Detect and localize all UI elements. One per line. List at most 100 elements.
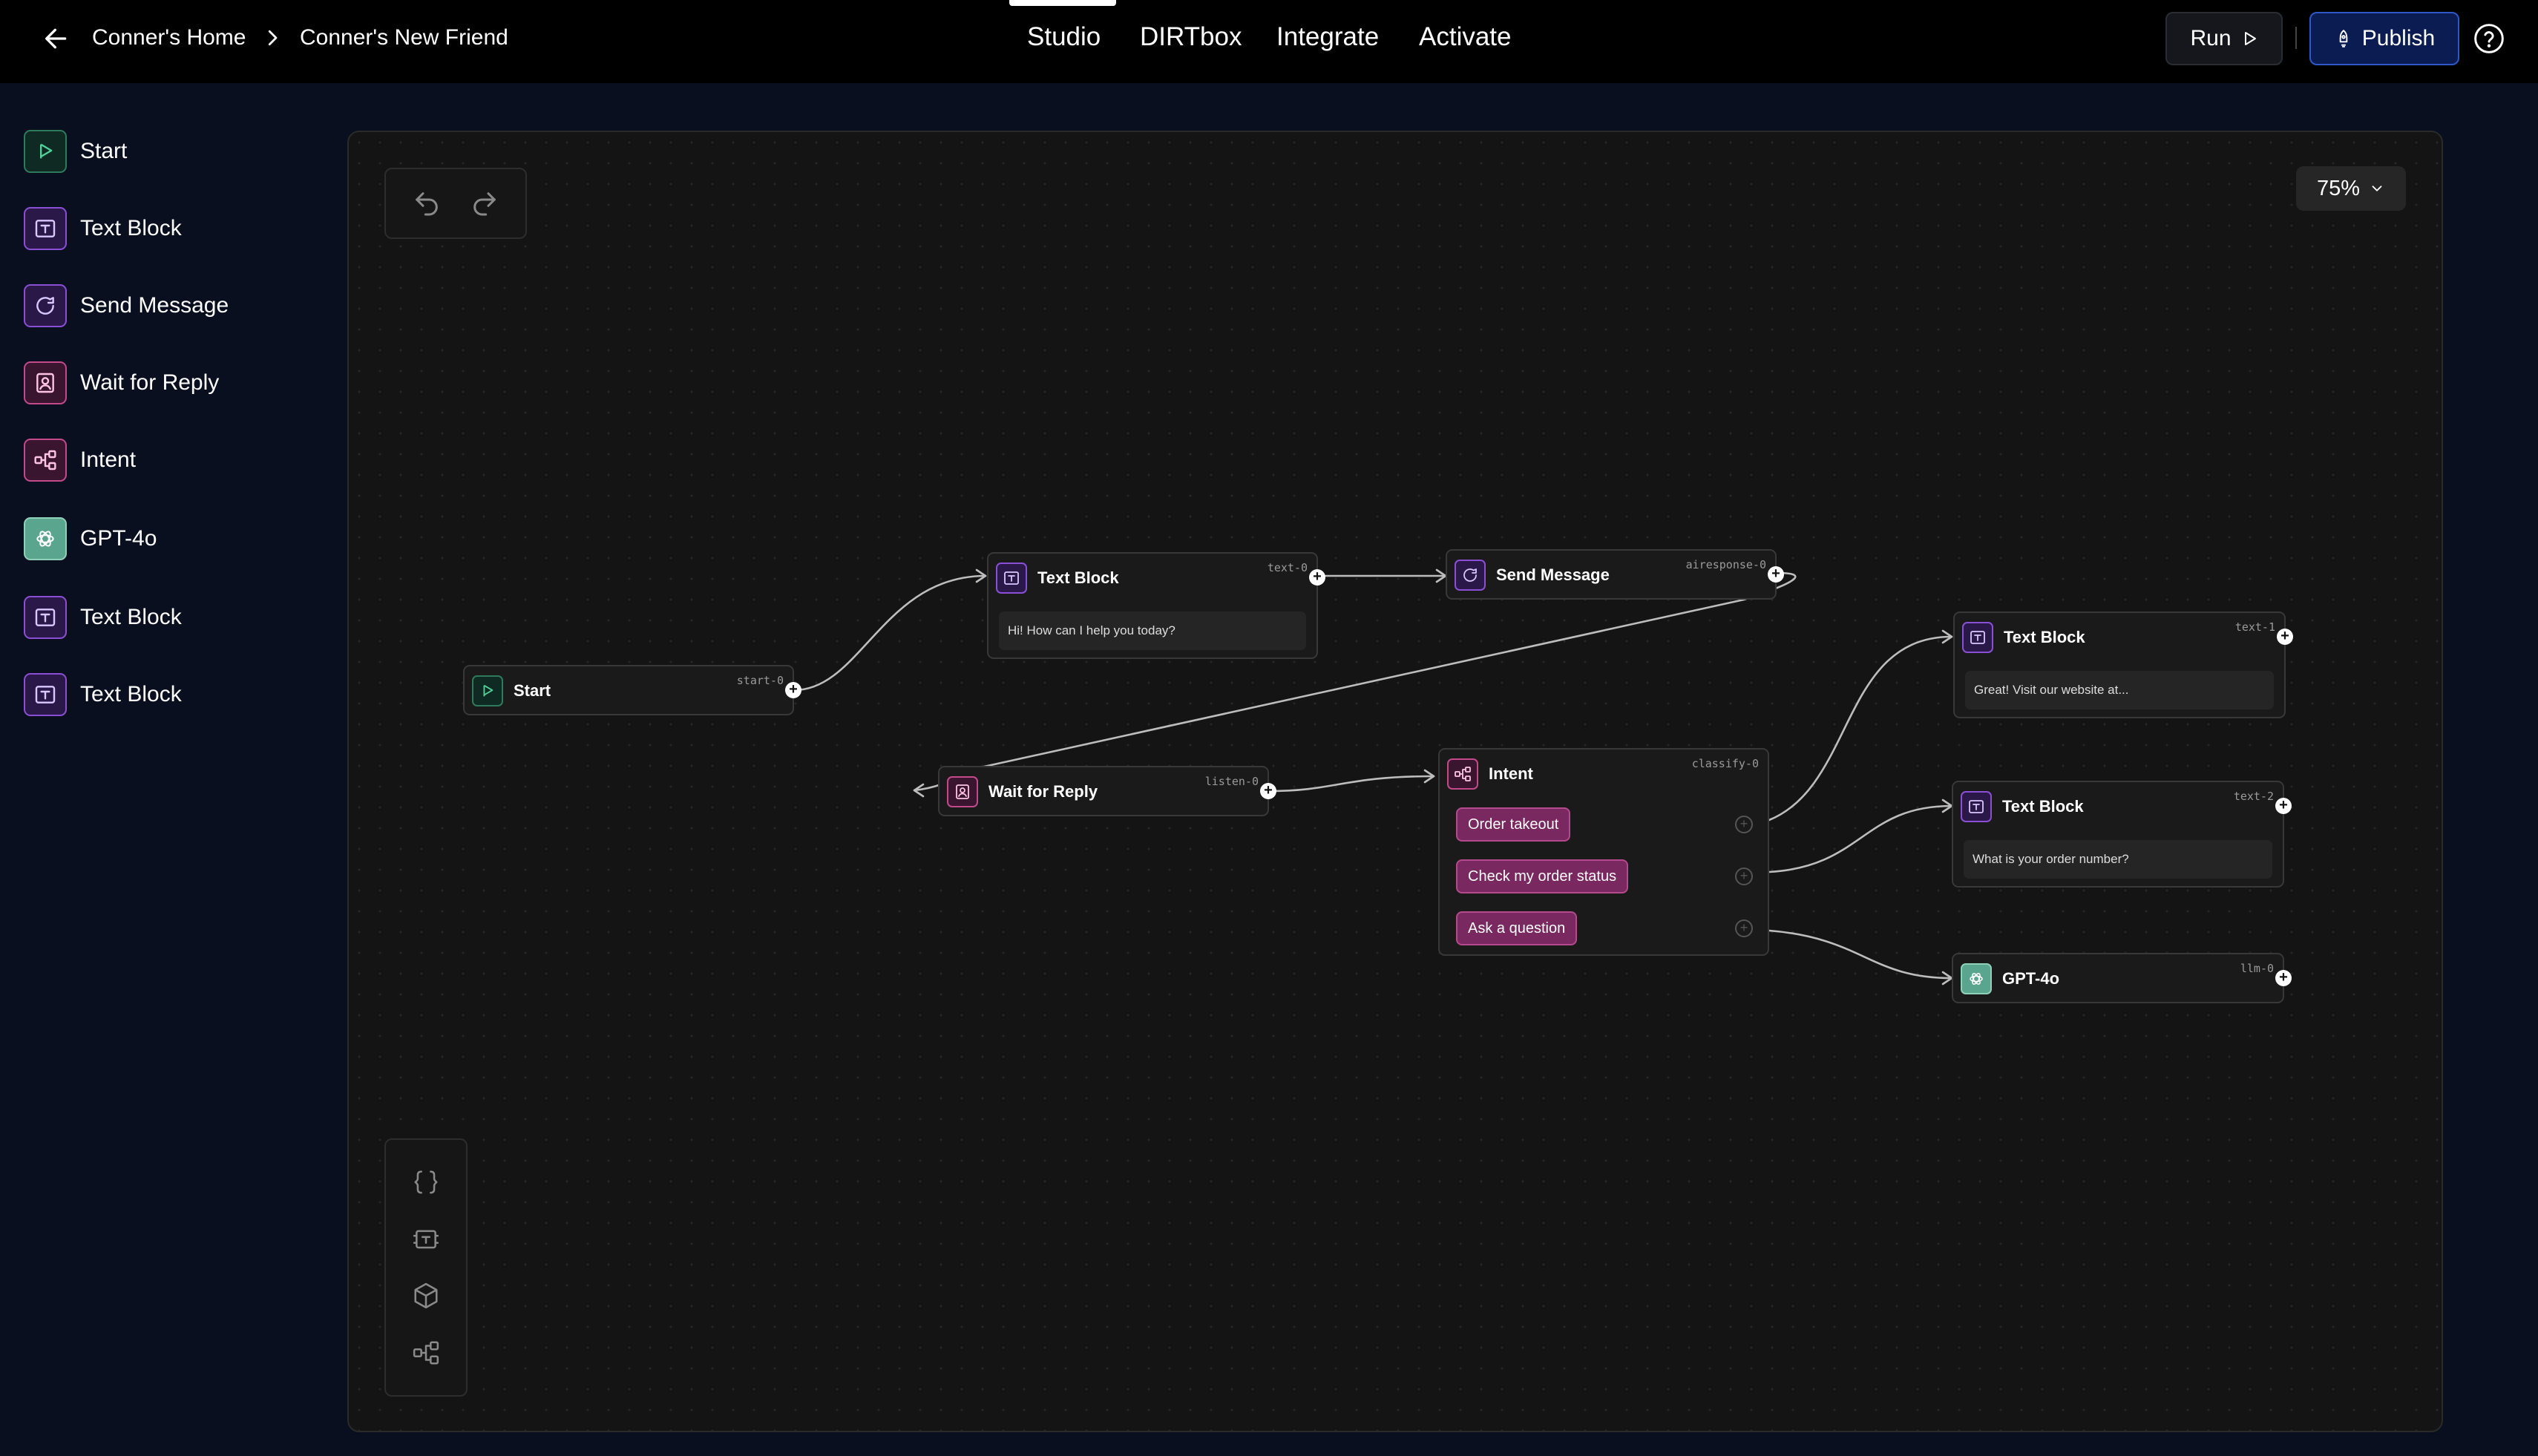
node-header: GPT-4o	[1961, 963, 2059, 994]
cube-icon[interactable]	[412, 1282, 440, 1310]
sidebar-item-label: GPT-4o	[80, 526, 157, 551]
node-header: Intent	[1447, 758, 1533, 790]
output-port[interactable]: +	[785, 682, 801, 698]
node-id: listen-0	[1205, 775, 1259, 788]
tab-studio[interactable]: Studio	[1027, 22, 1101, 52]
node-header: Text Block	[1962, 622, 2085, 653]
intent-option-check-order-status[interactable]: Check my order status	[1456, 859, 1628, 893]
sidebar-item-gpt-4o[interactable]: GPT-4o	[24, 517, 157, 561]
active-tab-indicator	[1009, 0, 1116, 6]
text-block-icon	[24, 673, 67, 716]
publish-button[interactable]: Publish	[2309, 12, 2459, 65]
node-send-message[interactable]: Send Message airesponse-0 +	[1446, 549, 1777, 600]
text-block-icon	[1962, 622, 1993, 653]
tab-integrate[interactable]: Integrate	[1276, 22, 1379, 52]
sidebar-item-intent[interactable]: Intent	[24, 438, 136, 482]
back-arrow-icon[interactable]	[42, 24, 71, 53]
intent-icon[interactable]	[412, 1339, 440, 1367]
openai-icon	[24, 517, 67, 560]
divider	[2295, 27, 2297, 49]
edge-option3-to-gpt	[1769, 931, 1952, 978]
output-port[interactable]: +	[1309, 569, 1325, 586]
sidebar-item-send-message[interactable]: Send Message	[24, 283, 229, 328]
user-wait-icon	[947, 776, 978, 807]
text-block-icon	[24, 596, 67, 639]
run-label: Run	[2190, 26, 2231, 51]
node-header: Start	[472, 675, 551, 706]
output-port[interactable]: +	[2275, 970, 2292, 986]
node-gpt-4o[interactable]: GPT-4o llm-0 +	[1952, 953, 2284, 1003]
node-text-block[interactable]: Text Block text-1 Great! Visit our websi…	[1953, 611, 2286, 718]
node-text-preview: What is your order number?	[1964, 840, 2272, 879]
option-port[interactable]: +	[1735, 919, 1753, 937]
sidebar-item-label: Intent	[80, 447, 136, 473]
node-text-block[interactable]: Text Block text-2 What is your order num…	[1952, 781, 2284, 888]
run-button[interactable]: Run	[2165, 12, 2283, 65]
output-port[interactable]: +	[1260, 783, 1276, 799]
sidebar-item-label: Send Message	[80, 293, 229, 318]
play-icon	[24, 130, 67, 173]
node-id: start-0	[737, 674, 784, 687]
message-icon	[24, 284, 67, 327]
breadcrumb-home[interactable]: Conner's Home	[92, 25, 246, 50]
intent-option-order-takeout[interactable]: Order takeout	[1456, 807, 1570, 842]
node-title: Start	[514, 681, 551, 701]
intent-option-ask-question[interactable]: Ask a question	[1456, 911, 1577, 945]
node-header: Send Message	[1455, 560, 1610, 591]
play-icon	[472, 675, 503, 706]
node-title: Text Block	[2002, 797, 2084, 816]
sidebar-item-text-block[interactable]: Text Block	[24, 206, 182, 251]
node-id: text-1	[2235, 620, 2275, 634]
option-port[interactable]: +	[1735, 816, 1753, 833]
text-block-icon	[1961, 791, 1992, 822]
frame-icon[interactable]	[412, 1225, 440, 1253]
sidebar-item-label: Start	[80, 139, 127, 164]
node-header: Wait for Reply	[947, 776, 1098, 807]
chevron-right-icon	[261, 27, 283, 49]
node-title: GPT-4o	[2002, 969, 2059, 988]
node-title: Text Block	[2004, 628, 2085, 647]
output-port[interactable]: +	[2277, 629, 2293, 645]
node-start[interactable]: Start start-0 +	[463, 665, 794, 715]
node-title: Intent	[1489, 764, 1533, 784]
edge-option2-to-text2	[1769, 806, 1952, 872]
node-title: Text Block	[1037, 568, 1119, 588]
sidebar-item-label: Wait for Reply	[80, 370, 219, 396]
flow-canvas[interactable]: 75% Start start-0 +	[347, 131, 2443, 1432]
sidebar-item-wait-for-reply[interactable]: Wait for Reply	[24, 361, 219, 405]
intent-icon	[24, 439, 67, 482]
node-id: text-0	[1268, 561, 1308, 574]
node-id: llm-0	[2240, 962, 2274, 975]
message-icon	[1455, 560, 1486, 591]
edge-wait-to-intent	[1269, 776, 1434, 791]
node-text-preview: Hi! How can I help you today?	[999, 611, 1306, 650]
braces-icon[interactable]	[412, 1168, 440, 1196]
intent-icon	[1447, 758, 1478, 790]
breadcrumb-project[interactable]: Conner's New Friend	[300, 25, 508, 50]
node-header: Text Block	[1961, 791, 2084, 822]
node-text-preview: Great! Visit our website at...	[1965, 671, 2274, 709]
help-circle-icon[interactable]	[2473, 22, 2505, 55]
sidebar-item-label: Text Block	[80, 605, 182, 630]
tab-activate[interactable]: Activate	[1419, 22, 1512, 52]
output-port[interactable]: +	[2275, 798, 2292, 814]
openai-icon	[1961, 963, 1992, 994]
text-block-icon	[996, 563, 1027, 594]
node-title: Wait for Reply	[988, 782, 1098, 801]
node-id: text-2	[2234, 790, 2274, 803]
output-port[interactable]: +	[1768, 566, 1784, 583]
sidebar-item-start[interactable]: Start	[24, 129, 127, 174]
edge-start-to-text	[794, 576, 986, 690]
sidebar-item-text-block[interactable]: Text Block	[24, 672, 182, 717]
text-block-icon	[24, 207, 67, 250]
node-wait-for-reply[interactable]: Wait for Reply listen-0 +	[938, 766, 1269, 816]
node-id: airesponse-0	[1686, 558, 1766, 571]
rocket-icon	[2334, 29, 2353, 48]
tab-dirtbox[interactable]: DIRTbox	[1140, 22, 1242, 52]
node-intent[interactable]: Intent classify-0 Order takeout + Check …	[1438, 748, 1769, 956]
play-icon	[2240, 30, 2258, 47]
tool-palette	[384, 1138, 468, 1397]
option-port[interactable]: +	[1735, 868, 1753, 885]
node-text-block[interactable]: Text Block text-0 Hi! How can I help you…	[987, 552, 1318, 659]
sidebar-item-text-block[interactable]: Text Block	[24, 595, 182, 640]
